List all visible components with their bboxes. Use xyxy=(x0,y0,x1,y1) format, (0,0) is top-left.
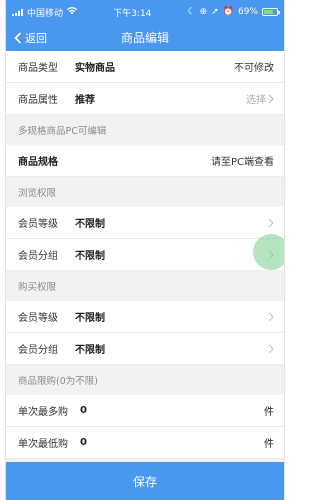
row-min-per-order[interactable]: 单次最低购 0 件 xyxy=(6,427,284,459)
row-product-type: 商品类型 实物商品 不可修改 xyxy=(6,51,284,83)
battery-icon xyxy=(261,8,280,16)
row-label: 会员分组 xyxy=(18,345,58,356)
row-max-per-order[interactable]: 单次最多购 0 件 xyxy=(6,395,284,427)
signal-icon xyxy=(12,8,23,16)
back-label: 返回 xyxy=(25,31,47,45)
page-title: 商品编辑 xyxy=(120,31,169,45)
section-spec-header: 多规格商品PC可编辑 xyxy=(6,115,284,145)
row-value: 不限制 xyxy=(75,313,105,324)
unit-label: 件 xyxy=(264,439,274,450)
section-browse-permission: 浏览权限 xyxy=(6,177,284,207)
row-value: 推荐 xyxy=(75,95,95,106)
battery-percent: 69% xyxy=(237,7,258,17)
row-label: 商品属性 xyxy=(18,95,58,106)
chevron-left-icon xyxy=(14,31,22,44)
row-buy-member-group[interactable]: 会员分组 不限制 xyxy=(6,333,284,365)
row-value: 实物商品 xyxy=(75,63,115,74)
row-value: 不限制 xyxy=(75,251,105,262)
lock-rotation-icon: ⊕ xyxy=(199,7,208,17)
row-label: 商品规格 xyxy=(18,157,58,168)
row-product-attribute[interactable]: 商品属性 推荐 选择 xyxy=(6,83,284,115)
location-icon: ➚ xyxy=(211,7,219,17)
max-quantity-input[interactable]: 0 xyxy=(80,405,264,416)
chevron-right-icon xyxy=(268,94,274,103)
row-label: 单次最多购 xyxy=(18,407,68,418)
nav-bar: 返回 商品编辑 xyxy=(6,24,284,51)
clock: 下午3:14 xyxy=(113,8,152,19)
chevron-right-icon xyxy=(268,344,274,353)
alarm-icon: ⏰ xyxy=(222,7,234,17)
row-note: 不可修改 xyxy=(234,63,274,74)
status-bar: 中国移动 下午3:14 ☾ ⊕ ➚ ⏰ 69% xyxy=(6,0,284,24)
select-link[interactable]: 选择 xyxy=(246,91,274,106)
row-note: 请至PC端查看 xyxy=(210,157,274,168)
row-label: 会员等级 xyxy=(18,313,58,324)
row-label: 会员等级 xyxy=(18,219,58,230)
row-value: 不限制 xyxy=(75,345,105,356)
row-value: 不限制 xyxy=(75,219,105,230)
phone-frame: 中国移动 下午3:14 ☾ ⊕ ➚ ⏰ 69% 返回 商品编辑 商品类型 实物商… xyxy=(5,0,285,500)
chevron-right-icon xyxy=(268,218,274,227)
row-product-spec: 商品规格 请至PC端查看 xyxy=(6,145,284,177)
section-purchase-limit: 商品限购(0为不限) xyxy=(6,365,284,395)
row-browse-member-group[interactable]: 会员分组 不限制 xyxy=(6,239,284,271)
carrier-name: 中国移动 xyxy=(27,8,64,19)
unit-label: 件 xyxy=(264,407,274,418)
section-buy-permission: 购买权限 xyxy=(6,271,284,301)
save-button[interactable]: 保存 xyxy=(6,462,284,500)
row-browse-member-level[interactable]: 会员等级 不限制 xyxy=(6,207,284,239)
back-button[interactable]: 返回 xyxy=(6,30,47,46)
min-quantity-input[interactable]: 0 xyxy=(80,437,264,448)
touch-indicator xyxy=(253,234,284,270)
chevron-right-icon xyxy=(268,312,274,321)
row-buy-member-level[interactable]: 会员等级 不限制 xyxy=(6,301,284,333)
row-label: 单次最低购 xyxy=(18,439,68,450)
row-label: 商品类型 xyxy=(18,63,58,74)
moon-icon: ☾ xyxy=(187,7,196,17)
row-label: 会员分组 xyxy=(18,251,58,262)
wifi-icon xyxy=(67,6,78,18)
